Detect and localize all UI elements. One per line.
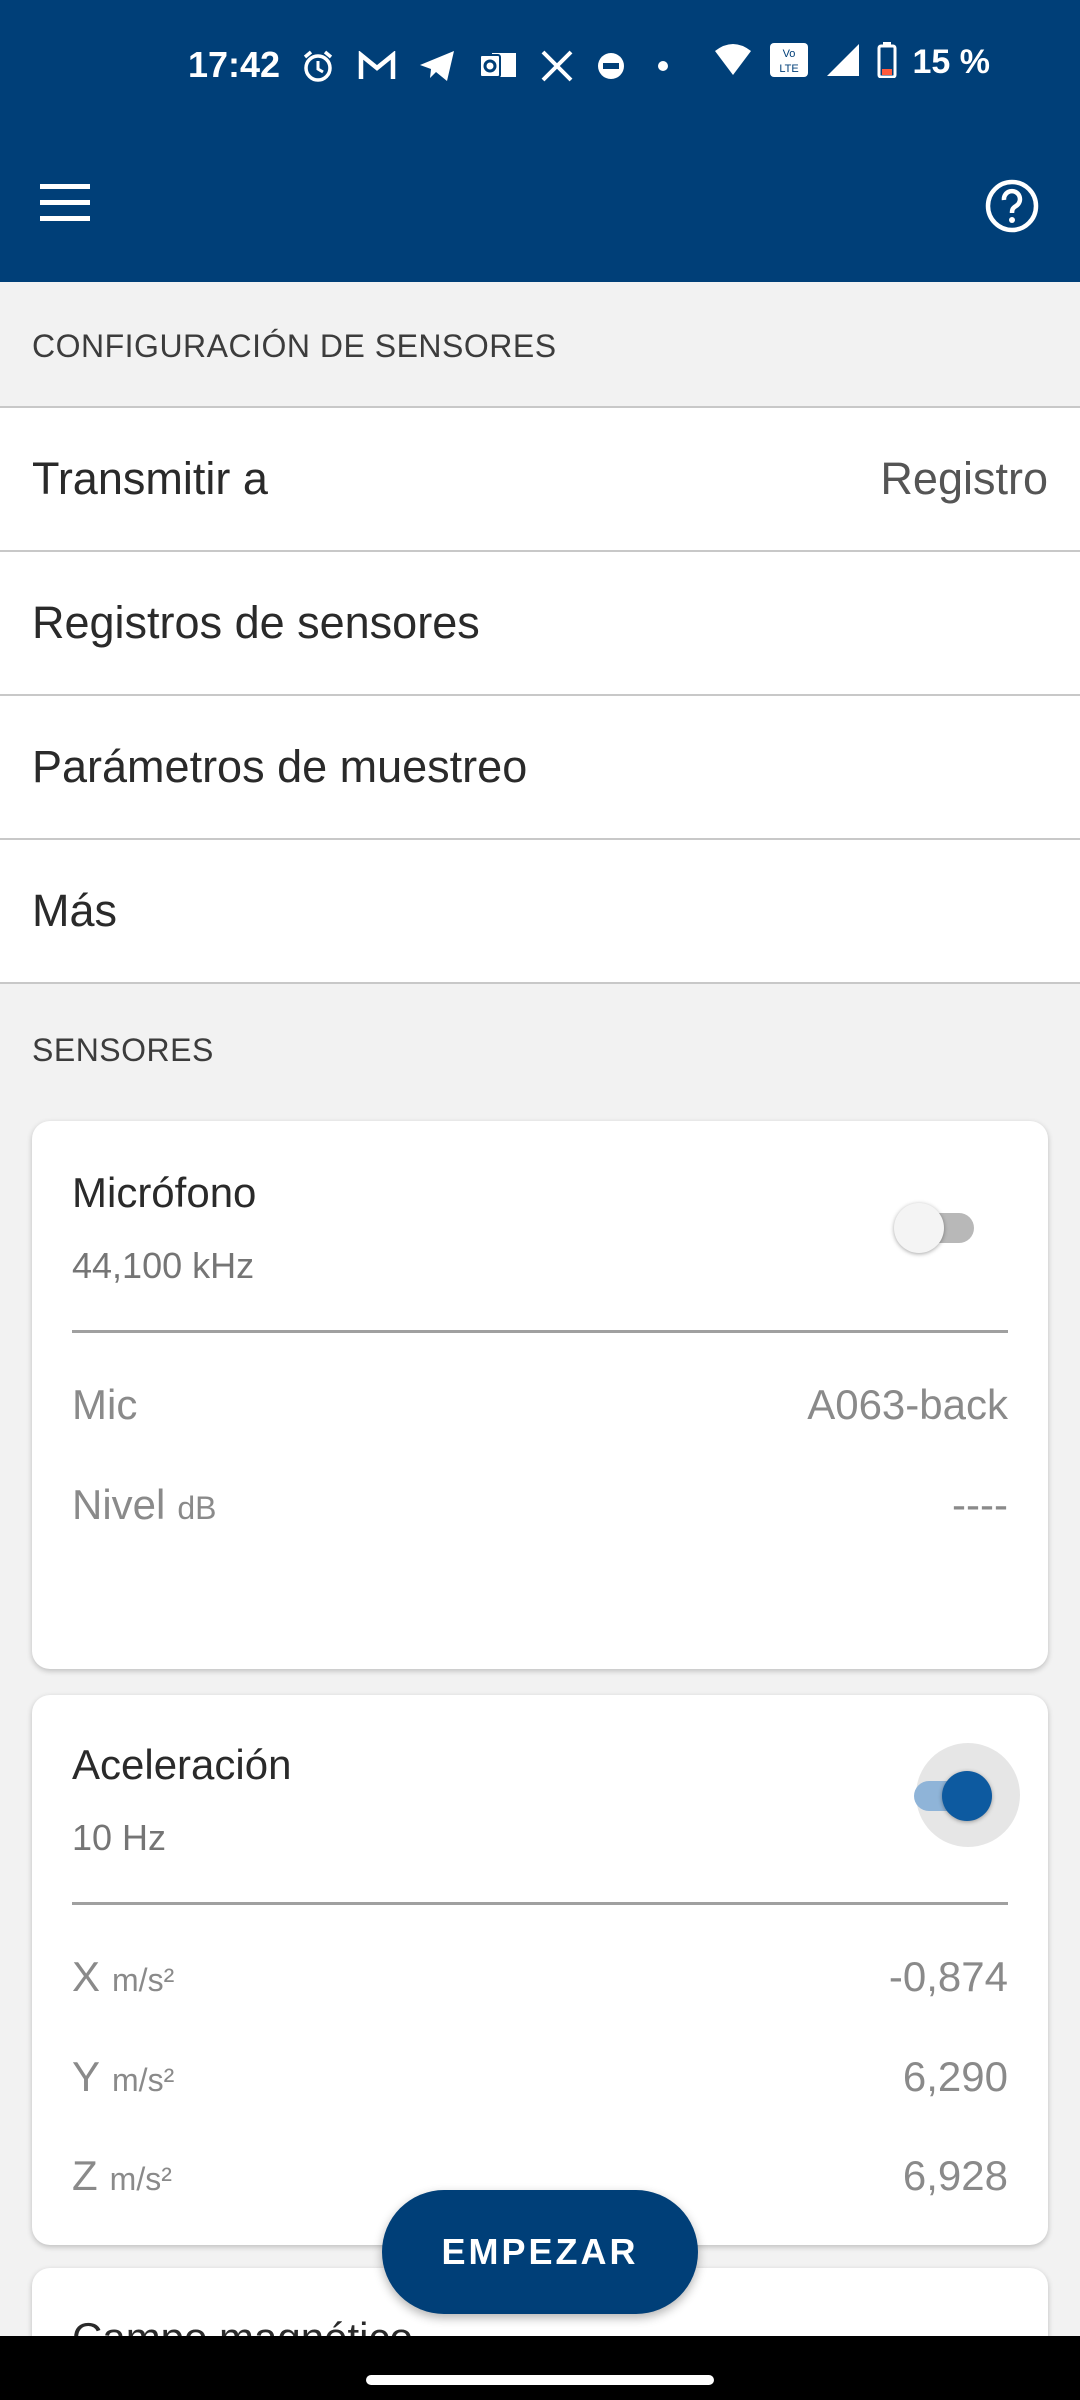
row-sampling-parameters[interactable]: Parámetros de muestreo <box>0 696 1080 840</box>
axis-x-label: Xm/s² <box>72 1953 174 2001</box>
axis-letter: Z <box>72 2152 98 2199</box>
axis-unit: m/s² <box>112 1962 175 1998</box>
card-sample-rate: 10 Hz <box>72 1817 167 1858</box>
telegram-icon <box>418 49 456 83</box>
level-value: ---- <box>952 1481 1008 1528</box>
volte-icon: Vo LTE <box>769 42 809 83</box>
help-circle-icon <box>984 179 1040 238</box>
mic-label: Mic <box>72 1381 138 1428</box>
row-label: Transmitir a <box>32 453 268 504</box>
axis-z-label: Zm/s² <box>72 2152 172 2200</box>
row-sensor-logs[interactable]: Registros de sensores <box>0 552 1080 696</box>
x-icon <box>540 50 574 82</box>
card-divider <box>72 1330 1008 1333</box>
row-label: Más <box>32 885 118 936</box>
status-notification-icons <box>300 46 678 86</box>
config-section-header: CONFIGURACIÓN DE SENSORES <box>32 328 557 364</box>
toggle-thumb <box>894 1203 944 1253</box>
level-unit: dB <box>177 1490 217 1526</box>
home-gesture-handle[interactable] <box>366 2375 714 2385</box>
row-value: Registro <box>880 453 1048 504</box>
mic-value: A063-back <box>807 1381 1008 1428</box>
microphone-toggle[interactable] <box>894 1199 994 1255</box>
acceleration-card: Aceleración 10 Hz Xm/s² -0,874 Ym/s² 6,2… <box>32 1695 1048 2245</box>
menu-icon <box>40 184 92 226</box>
axis-letter: X <box>72 1953 101 2000</box>
row-label: Registros de sensores <box>32 597 480 648</box>
axis-x-value: -0,874 <box>888 1953 1008 2000</box>
card-divider <box>72 1902 1008 1905</box>
battery-percent: 15 % <box>912 43 991 81</box>
signal-icon <box>825 42 861 83</box>
card-sample-rate: 44,100 kHz <box>72 1245 255 1286</box>
axis-unit: m/s² <box>112 2062 175 2098</box>
alarm-icon <box>300 48 336 84</box>
app-bar: 17:42 Vo LTE 15 % <box>0 0 1080 282</box>
axis-letter: Y <box>72 2053 101 2100</box>
sensors-section-header: SENSORES <box>32 1032 214 1068</box>
system-nav-bar <box>0 2336 1080 2400</box>
axis-y-label: Ym/s² <box>72 2053 174 2101</box>
outlook-icon <box>478 49 518 83</box>
gmail-icon <box>358 51 396 81</box>
axis-unit: m/s² <box>109 2161 172 2197</box>
axis-z-value: 6,928 <box>902 2152 1008 2199</box>
row-more[interactable]: Más <box>0 840 1080 984</box>
card-title: Aceleración <box>72 1741 292 1788</box>
dot-icon <box>648 51 678 81</box>
app-screen: 17:42 Vo LTE 15 % CONFIGURACIÓN DE SENSO… <box>0 0 1080 2400</box>
status-system-icons: Vo LTE 15 % <box>713 42 991 83</box>
level-label: Nivel dB <box>72 1481 217 1529</box>
wifi-icon <box>713 43 753 82</box>
microphone-card: Micrófono 44,100 kHz Mic A063-back Nivel… <box>32 1121 1048 1669</box>
wear-icon <box>596 51 626 81</box>
toggle-thumb <box>942 1771 992 1821</box>
card-title: Micrófono <box>72 1169 257 1216</box>
row-transmit-to[interactable]: Transmitir a Registro <box>0 408 1080 552</box>
menu-button[interactable] <box>40 182 106 238</box>
svg-text:Vo: Vo <box>782 48 795 60</box>
acceleration-toggle[interactable] <box>896 1743 1020 1851</box>
status-time: 17:42 <box>188 44 281 85</box>
help-button[interactable] <box>984 178 1046 240</box>
row-label: Parámetros de muestreo <box>32 741 528 792</box>
svg-text:LTE: LTE <box>779 63 798 75</box>
battery-icon <box>877 42 897 83</box>
level-label-text: Nivel <box>72 1481 166 1528</box>
axis-y-value: 6,290 <box>902 2053 1008 2100</box>
start-button[interactable]: EMPEZAR <box>382 2190 698 2314</box>
